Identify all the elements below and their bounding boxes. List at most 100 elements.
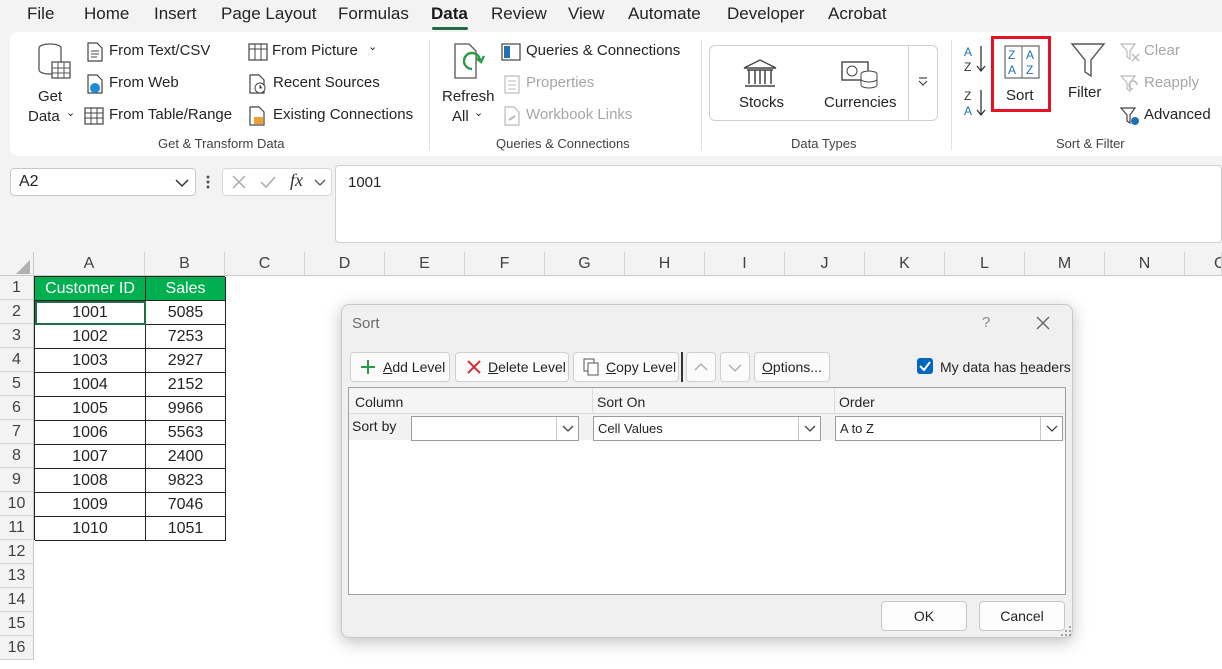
column-header[interactable]: L: [945, 252, 1025, 276]
from-picture-button[interactable]: From Picture ⌄: [246, 41, 377, 63]
from-text-csv-button[interactable]: From Text/CSV: [84, 41, 244, 63]
recent-sources-button[interactable]: Recent Sources: [246, 73, 380, 95]
column-header[interactable]: F: [465, 252, 545, 276]
refresh-all-button[interactable]: Refresh All ⌄: [440, 36, 496, 126]
tab-review[interactable]: Review: [491, 4, 547, 24]
tab-file[interactable]: File: [27, 4, 54, 24]
table-cell[interactable]: 9823: [146, 469, 226, 493]
order-select[interactable]: A to Z: [835, 416, 1063, 441]
filter-button[interactable]: Filter: [1064, 38, 1114, 114]
row-header[interactable]: 13: [0, 564, 34, 588]
tab-insert[interactable]: Insert: [154, 4, 197, 24]
row-header[interactable]: 2: [0, 300, 34, 324]
column-header[interactable]: J: [785, 252, 865, 276]
row-header[interactable]: 14: [0, 588, 34, 612]
cancel-x-icon[interactable]: [231, 174, 247, 190]
table-cell[interactable]: 1004: [35, 373, 146, 397]
move-down-button[interactable]: [720, 352, 750, 382]
copy-level-button[interactable]: Copy Level: [573, 352, 679, 382]
delete-level-button[interactable]: Delete Level: [455, 352, 569, 382]
row-header[interactable]: 5: [0, 372, 34, 396]
insert-function-icon[interactable]: fx: [290, 170, 303, 191]
ok-button[interactable]: OK: [881, 601, 967, 631]
sort-button[interactable]: Z A A Z Sort: [991, 36, 1051, 112]
options-button[interactable]: Options...: [754, 352, 830, 382]
table-cell[interactable]: 1007: [35, 445, 146, 469]
table-cell[interactable]: 1005: [35, 397, 146, 421]
tab-view[interactable]: View: [568, 4, 605, 24]
row-header[interactable]: 12: [0, 540, 34, 564]
help-icon[interactable]: ?: [982, 314, 990, 331]
table-cell[interactable]: 1002: [35, 325, 146, 349]
table-cell[interactable]: 1010: [35, 517, 146, 541]
sort-on-select[interactable]: Cell Values: [593, 416, 821, 441]
sort-z-to-a-button[interactable]: Z A: [962, 86, 990, 120]
move-up-button[interactable]: [686, 352, 716, 382]
row-header[interactable]: 7: [0, 420, 34, 444]
table-cell[interactable]: 1006: [35, 421, 146, 445]
row-header[interactable]: 10: [0, 492, 34, 516]
tab-formulas[interactable]: Formulas: [338, 4, 409, 24]
table-cell[interactable]: 2152: [146, 373, 226, 397]
resize-grip-icon[interactable]: [1060, 625, 1072, 637]
add-level-button[interactable]: Add Level: [350, 352, 450, 382]
queries-connections-button[interactable]: Queries & Connections: [500, 41, 686, 63]
get-data-button[interactable]: Get Data ⌄: [24, 36, 82, 126]
column-header[interactable]: K: [865, 252, 945, 276]
row-header[interactable]: 8: [0, 444, 34, 468]
table-cell[interactable]: 2400: [146, 445, 226, 469]
close-icon[interactable]: [1036, 316, 1050, 330]
from-web-button[interactable]: From Web: [84, 73, 244, 95]
row-header[interactable]: 1: [0, 276, 34, 300]
sort-by-select[interactable]: [411, 416, 579, 441]
table-cell[interactable]: 9966: [146, 397, 226, 421]
column-header[interactable]: E: [385, 252, 465, 276]
column-header[interactable]: O: [1185, 252, 1222, 276]
column-header[interactable]: A: [34, 252, 145, 276]
cancel-button[interactable]: Cancel: [979, 601, 1065, 631]
table-cell[interactable]: 2927: [146, 349, 226, 373]
table-cell-selected[interactable]: 1001: [35, 301, 146, 325]
row-header[interactable]: 15: [0, 612, 34, 636]
currencies-button[interactable]: Currencies: [818, 50, 900, 116]
row-header[interactable]: 3: [0, 324, 34, 348]
existing-connections-button[interactable]: Existing Connections: [246, 105, 426, 127]
column-header[interactable]: G: [545, 252, 625, 276]
table-cell[interactable]: 5085: [146, 301, 226, 325]
stocks-button[interactable]: Stocks: [720, 50, 800, 116]
advanced-button[interactable]: Advanced: [1118, 105, 1222, 127]
column-header[interactable]: N: [1105, 252, 1185, 276]
chevron-down-icon[interactable]: [314, 179, 326, 187]
formula-input[interactable]: 1001: [335, 165, 1222, 243]
dropdown-button[interactable]: [798, 417, 820, 440]
table-cell[interactable]: 1003: [35, 349, 146, 373]
select-all-corner[interactable]: [0, 252, 34, 276]
tab-acrobat[interactable]: Acrobat: [828, 4, 887, 24]
column-header[interactable]: H: [625, 252, 705, 276]
table-cell[interactable]: 5563: [146, 421, 226, 445]
row-header[interactable]: 16: [0, 636, 34, 660]
column-header[interactable]: M: [1025, 252, 1105, 276]
from-table-range-button[interactable]: From Table/Range: [84, 105, 244, 127]
row-header[interactable]: 11: [0, 516, 34, 540]
table-cell[interactable]: 1008: [35, 469, 146, 493]
row-header[interactable]: 4: [0, 348, 34, 372]
tab-automate[interactable]: Automate: [628, 4, 701, 24]
headers-checkbox[interactable]: [917, 358, 933, 374]
tab-page-layout[interactable]: Page Layout: [221, 4, 316, 24]
column-header[interactable]: D: [305, 252, 385, 276]
dropdown-button[interactable]: [1040, 417, 1062, 440]
gallery-expand-button[interactable]: [909, 46, 937, 120]
name-box[interactable]: A2: [10, 168, 196, 196]
enter-check-icon[interactable]: [259, 174, 277, 190]
table-cell[interactable]: 1009: [35, 493, 146, 517]
row-header[interactable]: 9: [0, 468, 34, 492]
tab-data[interactable]: Data: [431, 4, 468, 24]
dropdown-button[interactable]: [556, 417, 578, 440]
column-header[interactable]: B: [145, 252, 225, 276]
table-cell[interactable]: 1051: [146, 517, 226, 541]
tab-developer[interactable]: Developer: [727, 4, 805, 24]
header-cell[interactable]: Customer ID: [35, 277, 146, 301]
sort-a-to-z-button[interactable]: A Z: [962, 42, 990, 76]
row-header[interactable]: 6: [0, 396, 34, 420]
